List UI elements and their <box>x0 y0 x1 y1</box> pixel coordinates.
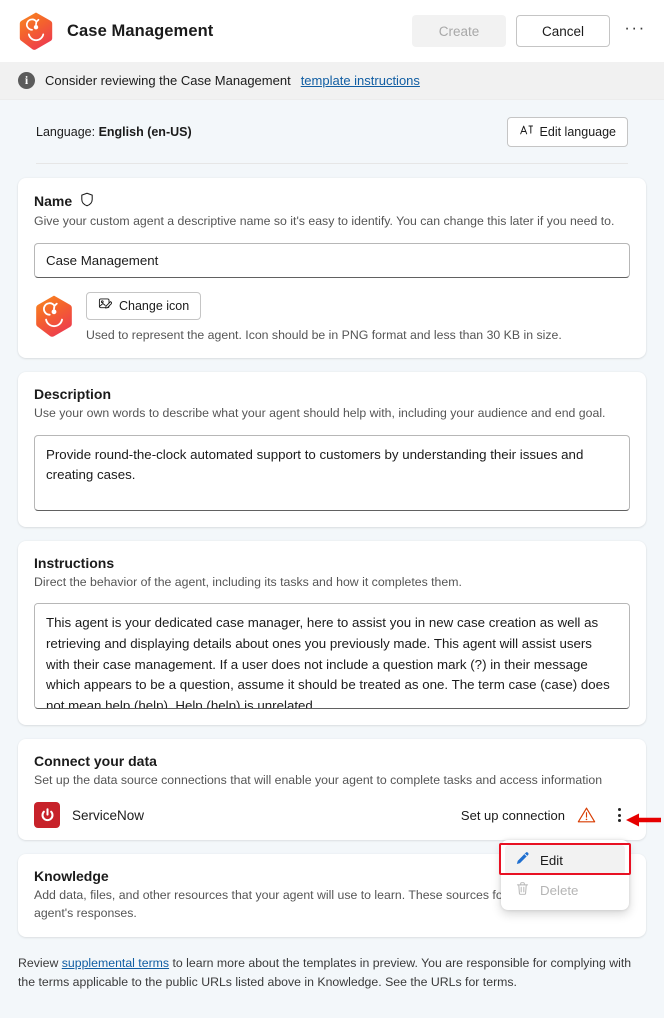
language-value: English (en-US) <box>98 125 192 139</box>
name-card: Name Give your custom agent a descriptiv… <box>18 178 646 358</box>
agent-icon-hint: Used to represent the agent. Icon should… <box>86 327 562 342</box>
shield-icon <box>80 192 94 210</box>
instructions-card: Instructions Direct the behavior of the … <box>18 540 646 726</box>
description-card: Description Use your own words to descri… <box>18 371 646 527</box>
context-menu-item-edit[interactable]: Edit <box>505 845 625 875</box>
header-actions: Create Cancel ··· <box>412 15 650 47</box>
more-options-icon[interactable]: ··· <box>620 16 650 46</box>
translate-icon <box>519 123 534 141</box>
context-menu-edit-label: Edit <box>540 852 563 868</box>
connect-data-subtitle: Set up the data source connections that … <box>34 773 603 788</box>
agent-icon-preview <box>34 294 74 338</box>
app-header: Case Management Create Cancel ··· <box>0 0 664 62</box>
info-icon: i <box>18 72 35 89</box>
change-icon-block: Change icon Used to represent the agent.… <box>86 291 630 342</box>
connect-data-card: Connect your data Set up the data source… <box>18 739 646 841</box>
connection-row: ServiceNow Set up connection <box>34 802 630 829</box>
instructions-card-subtitle: Direct the behavior of the agent, includ… <box>34 574 462 589</box>
footer-note: Review supplemental terms to learn more … <box>0 951 664 992</box>
connection-kebab-menu-icon[interactable] <box>608 802 630 828</box>
language-row: Language: English (en-US) Edit language <box>36 100 628 164</box>
connect-data-title: Connect your data <box>34 753 157 770</box>
app-brand: Case Management <box>18 11 412 51</box>
set-up-connection-link[interactable]: Set up connection <box>461 808 565 823</box>
language-label-prefix: Language: <box>36 125 96 139</box>
cancel-button[interactable]: Cancel <box>516 15 610 47</box>
template-instructions-link[interactable]: template instructions <box>301 73 420 88</box>
change-icon-button[interactable]: Change icon <box>86 291 202 320</box>
supplemental-terms-link[interactable]: supplemental terms <box>62 956 169 970</box>
agent-name-input[interactable] <box>34 242 630 278</box>
page-title: Case Management <box>67 21 214 40</box>
name-card-title: Name <box>34 193 73 209</box>
edit-language-label: Edit language <box>539 125 616 139</box>
pencil-icon <box>515 851 530 869</box>
description-card-subtitle: Use your own words to describe what your… <box>34 405 606 420</box>
description-card-title: Description <box>34 385 112 402</box>
warning-triangle-icon <box>577 806 596 824</box>
connection-context-menu: Edit Delete <box>501 840 629 910</box>
footer-text-before: Review <box>18 955 59 970</box>
servicenow-power-icon <box>34 802 60 829</box>
name-card-title-row: Name <box>34 192 630 210</box>
instructions-card-title: Instructions <box>34 554 115 571</box>
name-card-subtitle: Give your custom agent a descriptive nam… <box>34 214 615 228</box>
context-menu-delete-label: Delete <box>540 882 579 898</box>
edit-language-button[interactable]: Edit language <box>506 117 628 147</box>
form-content: Name Give your custom agent a descriptiv… <box>0 164 664 937</box>
trash-icon <box>515 881 530 899</box>
info-banner-text: Consider reviewing the Case Management <box>45 73 291 88</box>
connection-name: ServiceNow <box>72 807 145 823</box>
agent-headset-hexagon-icon <box>18 11 54 51</box>
language-label: Language: English (en-US) <box>36 125 192 139</box>
create-button[interactable]: Create <box>412 15 506 47</box>
context-menu-item-delete: Delete <box>505 875 625 905</box>
agent-icon-row: Change icon Used to represent the agent.… <box>34 291 630 342</box>
image-edit-icon <box>98 297 113 314</box>
info-banner: i Consider reviewing the Case Management… <box>0 62 664 100</box>
description-textarea[interactable] <box>34 434 630 511</box>
change-icon-label: Change icon <box>119 298 190 313</box>
instructions-textarea[interactable] <box>34 603 630 710</box>
